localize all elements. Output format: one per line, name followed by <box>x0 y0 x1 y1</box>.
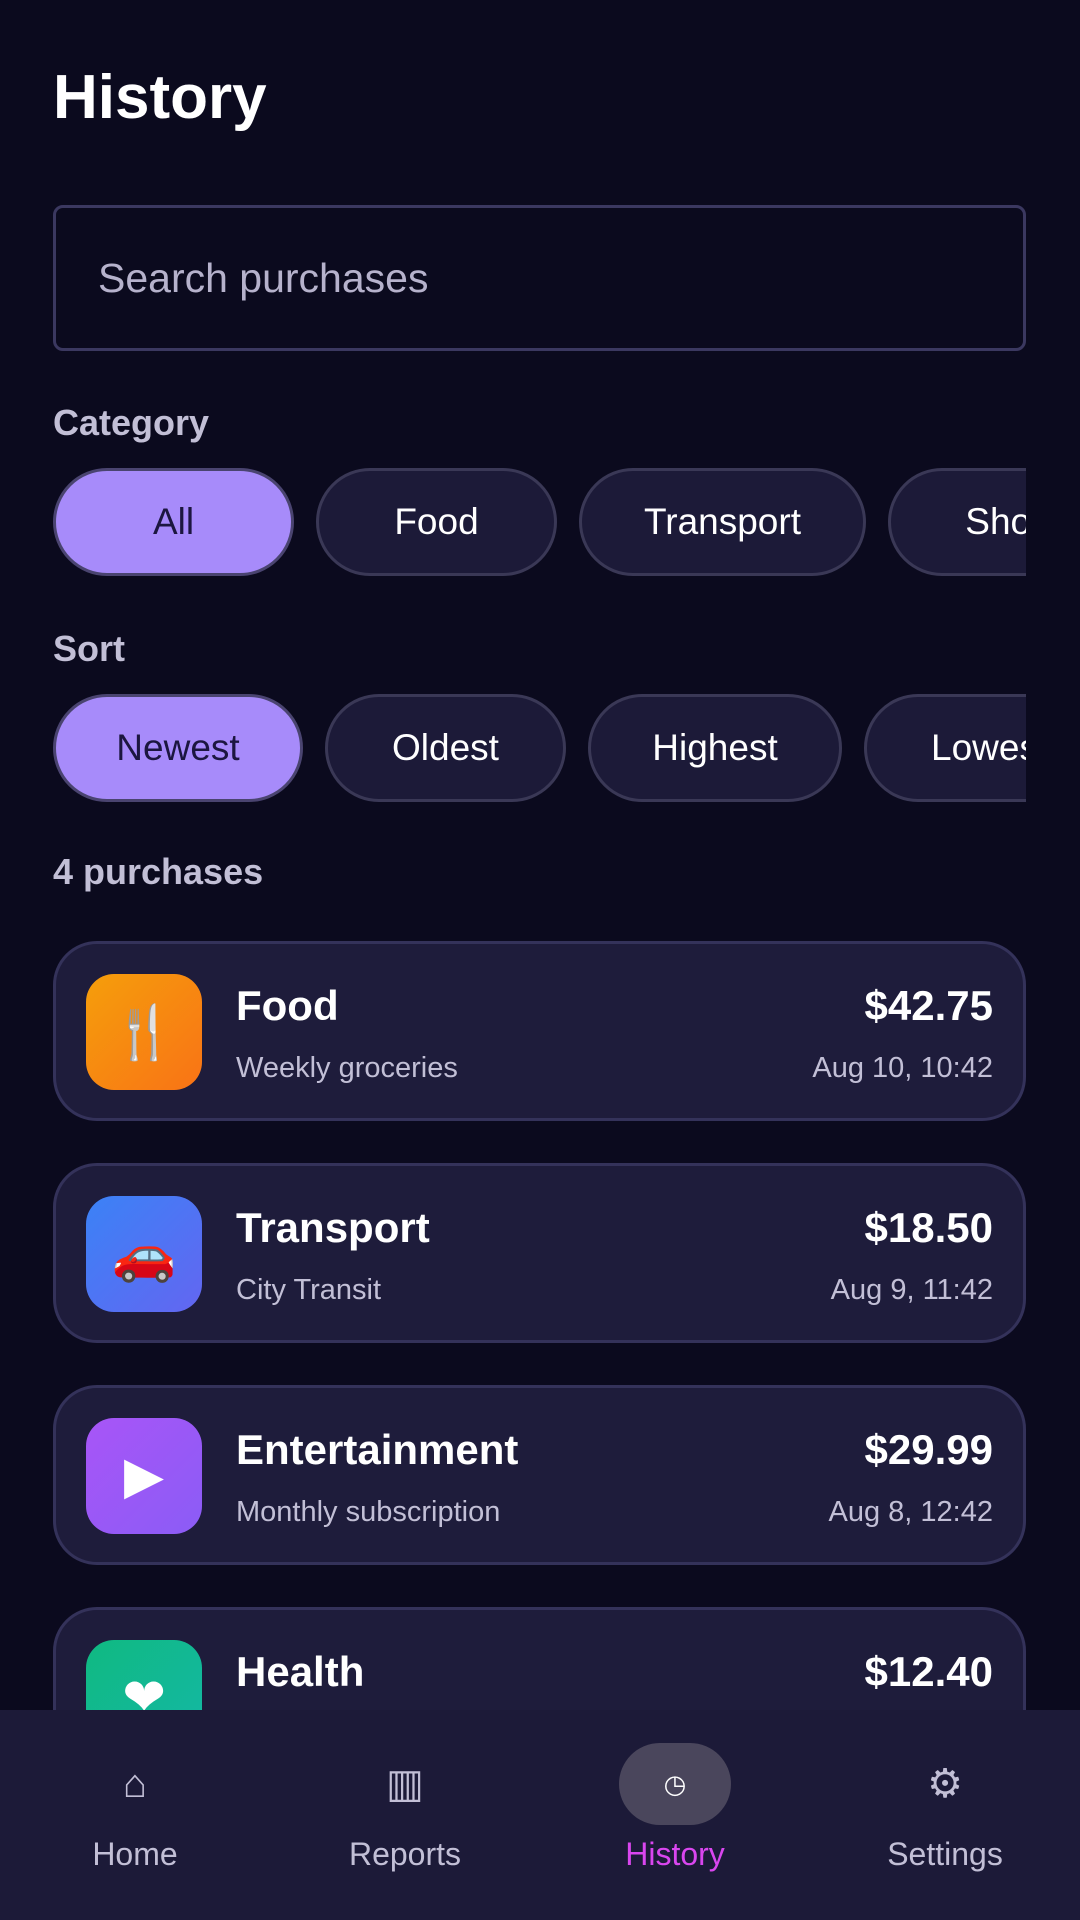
nav-label-history: History <box>625 1836 725 1872</box>
page-title: History <box>53 63 267 132</box>
nav-label-home: Home <box>92 1836 178 1872</box>
heart-icon: ❤ <box>86 1640 202 1710</box>
purchase-card-food[interactable]: 🍴 Food Weekly groceries $42.75 Aug 10, 1… <box>53 941 1026 1121</box>
chip-sort-lowest[interactable]: Lowes <box>864 694 1026 802</box>
purchase-category: Food <box>236 982 339 1029</box>
history-icon: ◷ <box>619 1743 731 1825</box>
search-input[interactable] <box>98 254 1023 302</box>
bottom-nav: ⌂ Home ▥ Reports ◷ History ⚙ Settings <box>0 1710 1080 1920</box>
chip-sort-oldest[interactable]: Oldest <box>325 694 566 802</box>
play-icon: ▶ <box>86 1418 202 1534</box>
purchase-date: Aug 10, 10:42 <box>812 1052 993 1084</box>
nav-item-home[interactable]: ⌂ Home <box>0 1710 270 1920</box>
purchase-card-entertainment[interactable]: ▶ Entertainment Monthly subscription $29… <box>53 1385 1026 1565</box>
purchase-amount: $12.40 <box>864 1648 993 1695</box>
purchase-count: 4 purchases <box>53 851 264 892</box>
fork-knife-icon: 🍴 <box>86 974 202 1090</box>
purchase-note: Weekly groceries <box>236 1052 458 1084</box>
chip-category-food[interactable]: Food <box>316 468 557 576</box>
purchase-date: Aug 9, 11:42 <box>830 1274 993 1306</box>
purchase-date: Aug 8, 12:42 <box>828 1496 993 1528</box>
reports-icon: ▥ <box>386 1762 424 1806</box>
chip-sort-newest[interactable]: Newest <box>53 694 303 802</box>
purchase-note: Monthly subscription <box>236 1496 501 1528</box>
chip-sort-highest[interactable]: Highest <box>588 694 842 802</box>
purchase-amount: $42.75 <box>864 982 993 1029</box>
home-icon: ⌂ <box>122 1761 148 1806</box>
purchase-amount: $29.99 <box>864 1426 993 1473</box>
nav-item-settings[interactable]: ⚙ Settings <box>810 1710 1080 1920</box>
history-screen: History Category All Food Transport Shop… <box>0 0 1080 1920</box>
purchase-note: City Transit <box>236 1274 382 1306</box>
purchase-amount: $18.50 <box>864 1204 993 1251</box>
scroll-content[interactable]: History Category All Food Transport Shop… <box>0 0 1080 1710</box>
chip-category-all[interactable]: All <box>53 468 294 576</box>
sort-label: Sort <box>53 628 125 669</box>
category-label: Category <box>53 402 210 443</box>
car-icon: 🚗 <box>86 1196 202 1312</box>
purchase-category: Entertainment <box>236 1426 519 1473</box>
search-box[interactable] <box>53 205 1026 351</box>
nav-label-reports: Reports <box>348 1836 462 1872</box>
chip-category-transport[interactable]: Transport <box>579 468 866 576</box>
nav-label-settings: Settings <box>887 1836 1003 1872</box>
sort-chip-row[interactable]: Newest Oldest Highest Lowes <box>53 694 1026 806</box>
purchase-category: Health <box>236 1648 365 1695</box>
purchase-card-health[interactable]: ❤ Health $12.40 <box>53 1607 1026 1710</box>
chip-category-shop[interactable]: Shop <box>888 468 1026 576</box>
purchase-category: Transport <box>236 1204 430 1251</box>
purchase-card-transport[interactable]: 🚗 Transport City Transit $18.50 Aug 9, 1… <box>53 1163 1026 1343</box>
category-chip-row[interactable]: All Food Transport Shop <box>53 468 1026 580</box>
settings-icon: ⚙ <box>927 1762 963 1806</box>
nav-item-reports[interactable]: ▥ Reports <box>270 1710 540 1920</box>
nav-item-history[interactable]: ◷ History <box>540 1710 810 1920</box>
